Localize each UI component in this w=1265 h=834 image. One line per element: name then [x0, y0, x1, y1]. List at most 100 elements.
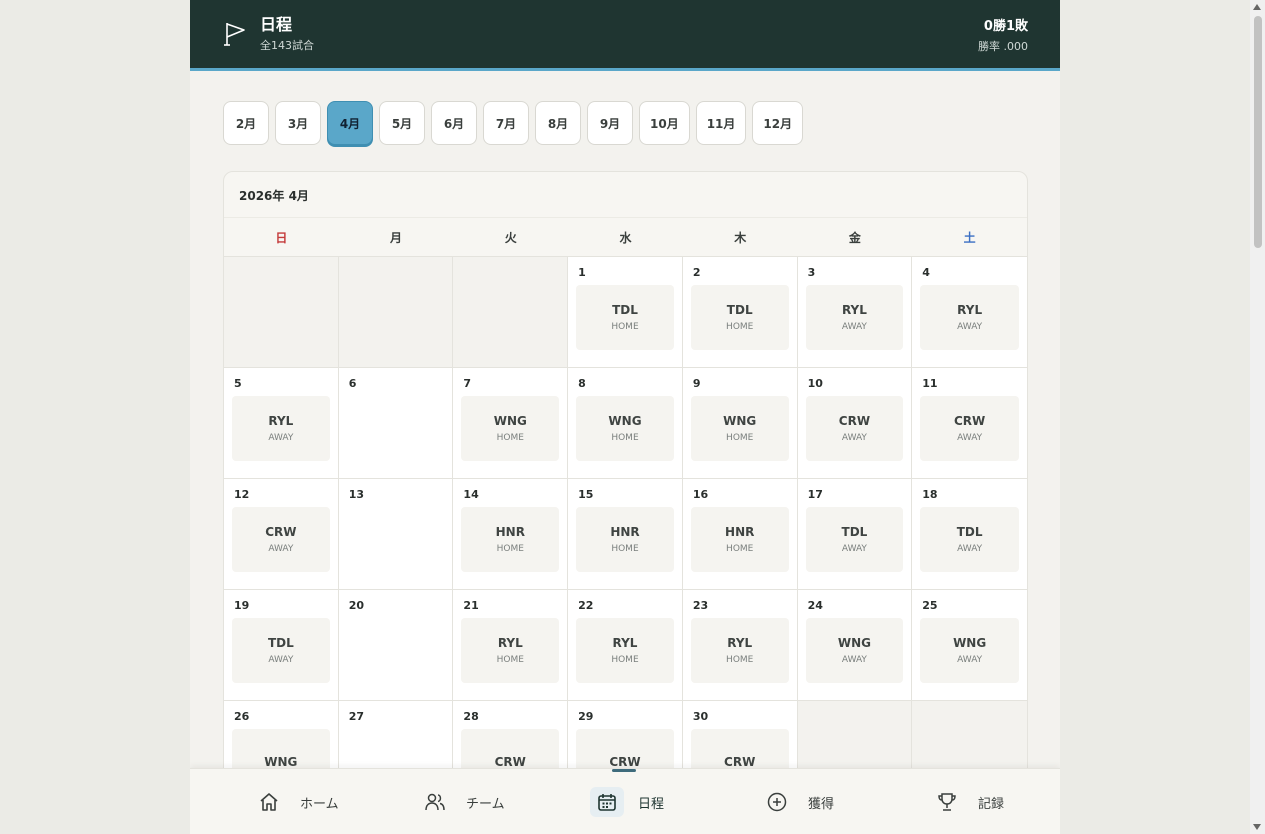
header-stats: 0勝1敗 勝率 .000: [978, 15, 1028, 54]
calendar-day-cell[interactable]: 23 RYL HOME: [682, 590, 798, 701]
day-number: 22: [578, 599, 594, 612]
game-card[interactable]: WNG HOME: [690, 396, 789, 461]
active-tab-indicator: [612, 769, 636, 772]
nav-schedule-label: 日程: [638, 796, 665, 812]
calendar-day-cell[interactable]: 20: [338, 590, 454, 701]
game-card[interactable]: HNR HOME: [690, 507, 789, 572]
calendar-day-cell[interactable]: 13: [338, 479, 454, 590]
opponent-code: TDL: [956, 525, 983, 539]
opponent-code: RYL: [841, 303, 867, 317]
month-tab-jun[interactable]: 6月: [431, 101, 477, 145]
opponent-code: TDL: [612, 303, 638, 317]
calendar-day-cell[interactable]: 14 HNR HOME: [453, 479, 569, 590]
calendar-day-cell[interactable]: 24 WNG AWAY: [797, 590, 913, 701]
month-tab-jul[interactable]: 7月: [483, 101, 529, 145]
calendar-day-cell[interactable]: 12 CRW AWAY: [224, 479, 339, 590]
day-number: 3: [807, 266, 816, 279]
calendar-day-cell[interactable]: 6: [338, 368, 454, 479]
scroll-down-arrow-icon[interactable]: [1253, 824, 1261, 830]
calendar-day-cell[interactable]: 18 TDL AWAY: [912, 479, 1027, 590]
game-card[interactable]: TDL AWAY: [920, 507, 1019, 572]
calendar-day-cell[interactable]: 2 TDL HOME: [682, 257, 798, 368]
opponent-code: HNR: [725, 525, 755, 539]
day-number: 11: [922, 377, 938, 390]
day-number: 27: [348, 710, 365, 723]
home-away-label: HOME: [611, 322, 639, 332]
calendar-day-cell[interactable]: 22 RYL HOME: [568, 590, 683, 701]
calendar-day-cell[interactable]: 15 HNR HOME: [568, 479, 683, 590]
opponent-code: TDL: [726, 303, 753, 317]
plus-circle-icon: [766, 791, 788, 813]
nav-home[interactable]: ホーム: [252, 779, 339, 825]
calendar-day-cell[interactable]: 9 WNG HOME: [682, 368, 798, 479]
game-card[interactable]: WNG HOME: [461, 396, 560, 461]
game-card[interactable]: HNR HOME: [576, 507, 674, 572]
game-card[interactable]: RYL HOME: [461, 618, 560, 683]
home-away-label: HOME: [726, 544, 754, 554]
day-number: 26: [234, 710, 250, 723]
month-tab-may[interactable]: 5月: [379, 101, 425, 145]
opponent-code: CRW: [609, 754, 641, 769]
home-away-label: AWAY: [841, 433, 867, 443]
home-away-label: HOME: [496, 544, 524, 554]
weekday-mon: 月: [390, 230, 403, 245]
game-card[interactable]: RYL AWAY: [920, 285, 1019, 350]
month-tab-oct[interactable]: 10月: [639, 101, 690, 145]
calendar-day-cell[interactable]: 3 RYL AWAY: [797, 257, 913, 368]
day-number: 16: [692, 488, 709, 501]
game-card[interactable]: TDL AWAY: [232, 618, 330, 683]
game-card[interactable]: CRW AWAY: [920, 396, 1019, 461]
calendar-day-cell[interactable]: 21 RYL HOME: [453, 590, 569, 701]
game-card[interactable]: RYL AWAY: [232, 396, 330, 461]
month-tab-dec[interactable]: 12月: [752, 101, 804, 145]
header-left: 日程 全143試合: [222, 15, 314, 53]
win-loss-record: 0勝1敗: [983, 18, 1028, 34]
calendar-day-cell[interactable]: 8 WNG HOME: [568, 368, 683, 479]
day-number: 4: [922, 266, 930, 279]
nav-team-label: チーム: [466, 796, 505, 812]
nav-records[interactable]: 記録: [930, 779, 1004, 825]
opponent-code: RYL: [957, 303, 983, 317]
game-card[interactable]: RYL AWAY: [805, 285, 904, 350]
calendar-day-cell[interactable]: 4 RYL AWAY: [912, 257, 1027, 368]
nav-team[interactable]: チーム: [418, 779, 505, 825]
home-away-label: AWAY: [841, 322, 867, 332]
month-tab-feb[interactable]: 2月: [223, 101, 269, 145]
calendar-empty-cell: [224, 257, 339, 368]
month-tab-mar[interactable]: 3月: [275, 101, 321, 145]
game-card[interactable]: WNG HOME: [576, 396, 674, 461]
game-card[interactable]: TDL HOME: [576, 285, 674, 350]
calendar-day-cell[interactable]: 7 WNG HOME: [453, 368, 569, 479]
calendar-day-cell[interactable]: 19 TDL AWAY: [224, 590, 339, 701]
nav-schedule[interactable]: 日程: [590, 779, 664, 825]
calendar-day-cell[interactable]: 17 TDL AWAY: [797, 479, 913, 590]
calendar-day-cell[interactable]: 1 TDL HOME: [568, 257, 683, 368]
game-card[interactable]: WNG AWAY: [920, 618, 1019, 683]
calendar-day-cell[interactable]: 16 HNR HOME: [682, 479, 798, 590]
home-away-label: AWAY: [957, 655, 983, 665]
weekday-header: 日 月 火 水 木 金 土: [224, 217, 1027, 257]
calendar-day-cell[interactable]: 10 CRW AWAY: [797, 368, 913, 479]
page-scrollbar[interactable]: [1250, 0, 1265, 834]
scroll-up-arrow-icon[interactable]: [1253, 4, 1261, 10]
calendar-day-cell[interactable]: 11 CRW AWAY: [912, 368, 1027, 479]
game-card[interactable]: HNR HOME: [461, 507, 560, 572]
calendar-day-cell[interactable]: 25 WNG AWAY: [912, 590, 1027, 701]
month-tab-apr[interactable]: 4月: [327, 101, 373, 145]
scroll-thumb[interactable]: [1254, 16, 1262, 248]
day-number: 9: [692, 377, 701, 390]
game-card[interactable]: CRW AWAY: [232, 507, 330, 572]
day-number: 17: [807, 488, 823, 501]
game-card[interactable]: RYL HOME: [576, 618, 674, 683]
nav-acquire[interactable]: 獲得: [760, 779, 834, 825]
calendar-title: 2026年 4月: [239, 189, 309, 203]
game-card[interactable]: RYL HOME: [690, 618, 789, 683]
calendar-day-cell[interactable]: 5 RYL AWAY: [224, 368, 339, 479]
month-tab-sep[interactable]: 9月: [587, 101, 633, 145]
game-card[interactable]: TDL HOME: [690, 285, 789, 350]
month-tab-nov[interactable]: 11月: [695, 101, 747, 145]
game-card[interactable]: TDL AWAY: [805, 507, 904, 572]
month-tab-aug[interactable]: 8月: [535, 101, 581, 145]
game-card[interactable]: CRW AWAY: [805, 396, 904, 461]
game-card[interactable]: WNG AWAY: [805, 618, 904, 683]
